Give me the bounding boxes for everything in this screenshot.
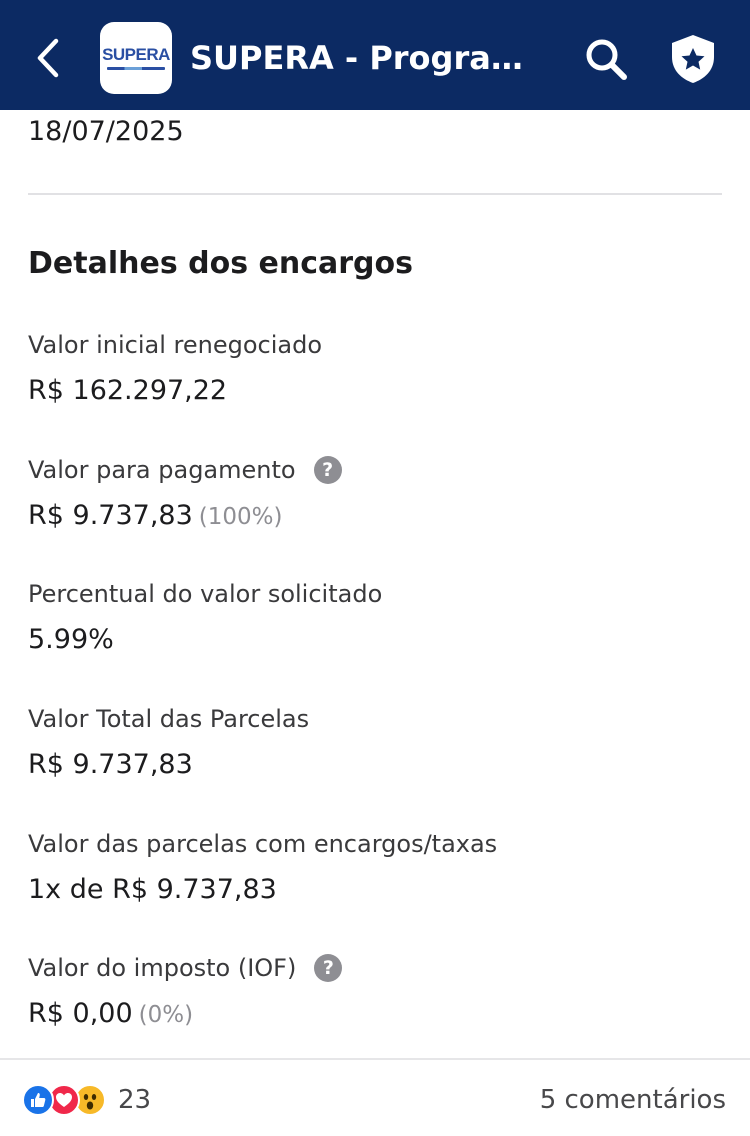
search-icon	[586, 39, 627, 80]
help-icon[interactable]: ?	[313, 456, 342, 484]
search-button[interactable]	[583, 36, 629, 82]
shield-star-icon	[672, 35, 714, 83]
percent-value: (100%)	[198, 504, 283, 530]
field-valor-iof: Valor do imposto (IOF) ? R$ 0,00 (0%)	[28, 951, 722, 1034]
field-label: Valor inicial renegociado	[28, 331, 323, 359]
back-arrow-icon	[37, 38, 59, 78]
app-logo: SUPERA	[100, 22, 172, 94]
field-value: 5.99%	[28, 624, 114, 655]
field-value: R$ 162.297,22	[28, 375, 228, 406]
app-header: SUPERA SUPERA - Programa SUPERA	[0, 0, 750, 110]
field-label: Valor Total das Parcelas	[28, 705, 310, 733]
field-label: Valor para pagamento	[28, 456, 296, 484]
reactions-summary[interactable]: 23	[22, 1082, 151, 1118]
field-value: 1x de R$ 9.737,83	[28, 874, 277, 905]
field-label-row: Valor do imposto (IOF) ?	[28, 951, 722, 985]
field-value-row: R$ 9.737,83 (100%)	[28, 497, 722, 536]
field-value: R$ 0,00	[28, 998, 133, 1029]
section-title: Detalhes dos encargos	[28, 246, 413, 281]
reaction-count: 23	[118, 1085, 152, 1115]
field-label: Percentual do valor solicitado	[28, 580, 383, 608]
field-value-row: R$ 0,00 (0%)	[28, 995, 722, 1034]
field-valor-inicial: Valor inicial renegociado R$ 162.297,22	[28, 328, 722, 410]
field-valor-pagamento: Valor para pagamento ? R$ 9.737,83 (100%)	[28, 453, 722, 536]
logo-underline	[107, 67, 165, 70]
field-label: Valor das parcelas com encargos/taxas	[28, 830, 498, 858]
comments-link[interactable]: 5 comentários	[540, 1082, 726, 1118]
field-valor-parcelas-encargos: Valor das parcelas com encargos/taxas 1x…	[28, 827, 722, 909]
field-value: R$ 9.737,83	[28, 500, 193, 531]
field-label: Valor do imposto (IOF)	[28, 954, 297, 982]
logo-text: SUPERA	[102, 45, 170, 64]
like-reaction-icon	[22, 1084, 54, 1116]
app-title: SUPERA - Programa SUPERA	[190, 39, 530, 77]
field-valor-total-parcelas: Valor Total das Parcelas R$ 9.737,83	[28, 702, 722, 784]
divider	[28, 193, 722, 195]
field-percentual: Percentual do valor solicitado 5.99%	[28, 577, 722, 659]
back-button[interactable]	[28, 36, 68, 80]
help-icon[interactable]: ?	[314, 954, 343, 982]
percent-value: (0%)	[138, 1002, 194, 1028]
field-value: R$ 9.737,83	[28, 749, 193, 780]
date-text: 18/07/2025	[28, 116, 184, 147]
post-footer: 23 5 comentários	[0, 1058, 750, 1136]
field-label-row: Valor para pagamento ?	[28, 453, 722, 487]
favorite-shield-button[interactable]	[668, 33, 718, 85]
